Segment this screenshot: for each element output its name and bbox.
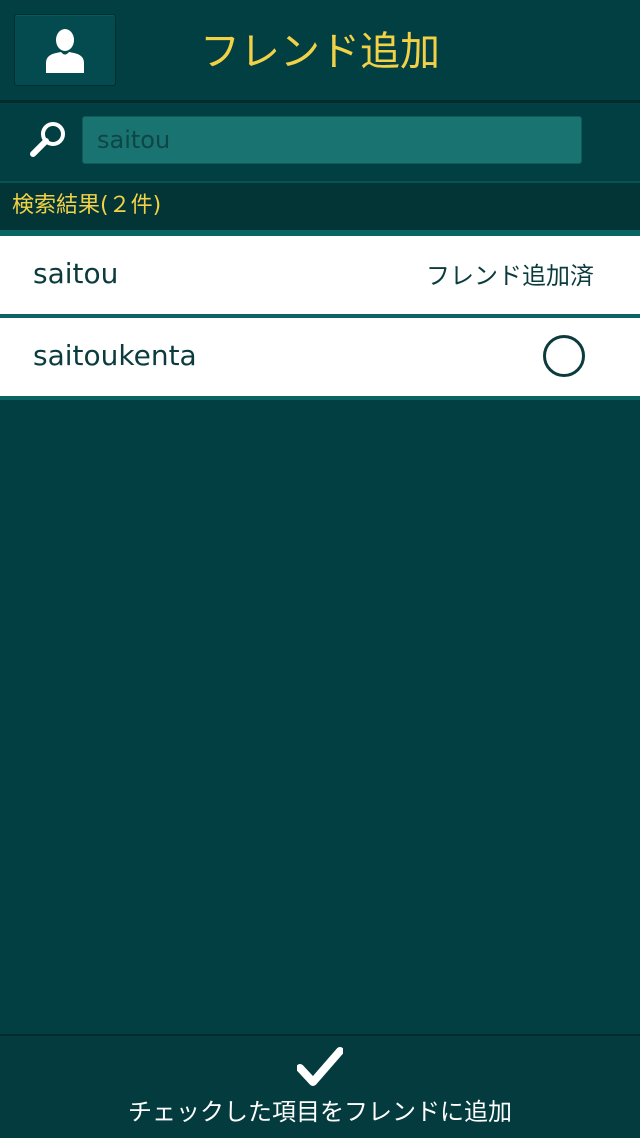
friend-added-status: フレンド追加済 — [426, 262, 594, 290]
search-input[interactable] — [82, 116, 582, 164]
friend-name: saitoukenta — [33, 339, 197, 372]
add-friends-label: チェックした項目をフレンドに追加 — [128, 1098, 512, 1126]
search-icon[interactable] — [28, 120, 68, 160]
select-checkbox[interactable] — [543, 335, 585, 377]
page-title: フレンド追加 — [200, 29, 440, 75]
check-icon — [297, 1047, 343, 1086]
divider — [0, 396, 640, 400]
results-count-label: 検索結果(２件) — [12, 193, 162, 218]
friend-name: saitou — [33, 257, 119, 290]
list-item[interactable]: saitou フレンド追加済 — [0, 236, 640, 314]
list-item[interactable]: saitoukenta — [0, 318, 640, 396]
